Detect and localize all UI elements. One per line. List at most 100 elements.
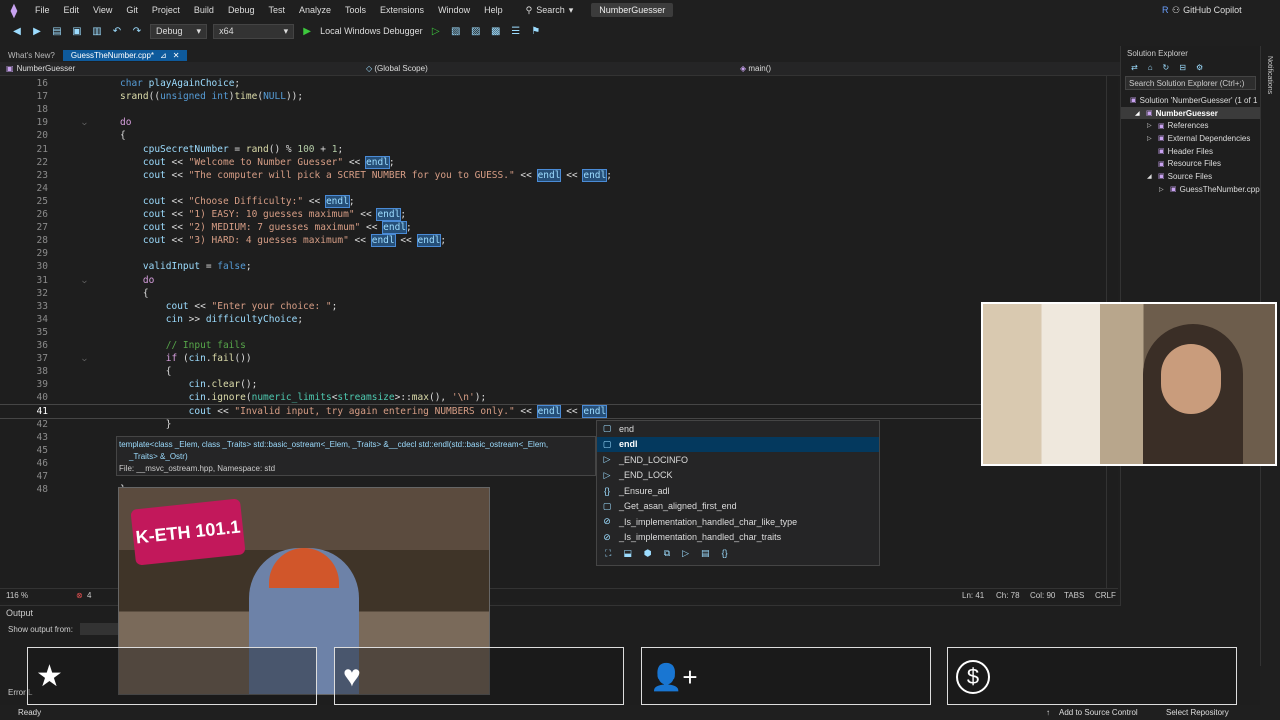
scope-dropdown[interactable]: ◇ (Global Scope) — [366, 64, 428, 73]
filter-icon[interactable]: ⬓ — [623, 548, 632, 559]
intellisense-item[interactable]: ▢ _Get_asan_aligned_first_end — [597, 499, 879, 515]
forward-icon[interactable]: ▶ — [30, 24, 44, 38]
menu-window[interactable]: Window — [431, 0, 477, 20]
menu-extensions[interactable]: Extensions — [373, 0, 431, 20]
expand-arrow-icon[interactable]: ▷ — [1159, 186, 1167, 193]
settings-icon[interactable]: ⚙ — [1196, 63, 1203, 72]
menu-debug[interactable]: Debug — [221, 0, 262, 20]
fold-toggle-icon[interactable]: ⌵ — [82, 274, 87, 287]
expand-arrow-icon[interactable]: ▷ — [1147, 135, 1155, 142]
menu-build[interactable]: Build — [187, 0, 221, 20]
search-button[interactable]: ⚲ Search ▾ — [520, 5, 580, 16]
menu-test[interactable]: Test — [261, 0, 292, 20]
filter-icon[interactable]: ▷ — [682, 548, 689, 559]
code-line[interactable]: 25 cout << "Choose Difficulty:" << endl; — [0, 194, 1100, 208]
start-without-debug-icon[interactable]: ▷ — [429, 24, 443, 38]
code-line[interactable]: 16 char playAgainChoice; — [0, 77, 1100, 90]
tab-whats-new[interactable]: What's New? — [0, 50, 63, 61]
menu-git[interactable]: Git — [119, 0, 145, 20]
copilot-button[interactable]: ⚇ GitHub Copilot — [1172, 0, 1242, 20]
intellisense-item[interactable]: ▢ endl — [597, 436, 879, 452]
subscribe-box[interactable]: 👤+ — [641, 647, 931, 705]
solution-tree-item[interactable]: ◢ ▣ NumberGuesser — [1121, 106, 1260, 120]
filter-icon[interactable]: {} — [722, 548, 728, 559]
solution-tree-item[interactable]: ▣ Resource Files — [1121, 157, 1260, 170]
add-source-control-button[interactable]: Add to Source Control — [1059, 708, 1138, 717]
open-icon[interactable]: ▣ — [70, 24, 84, 38]
solution-tree-item[interactable]: ▷ ▣ External Dependencies — [1121, 132, 1260, 145]
play-icon[interactable]: ▶ — [300, 24, 314, 38]
code-line[interactable]: 42 } — [0, 418, 1100, 431]
menu-help[interactable]: Help — [477, 0, 510, 20]
intellisense-item[interactable]: ⊘ _Is_implementation_handled_char_like_ty… — [597, 514, 879, 530]
platform-dropdown[interactable]: x64 ▾ — [213, 23, 295, 39]
new-item-icon[interactable]: ▤ — [50, 24, 64, 38]
intellisense-item[interactable]: {} _Ensure_adl — [597, 483, 879, 499]
error-icon[interactable]: ⊗ — [76, 591, 83, 600]
code-line[interactable]: 34 cin >> difficultyChoice; — [0, 313, 1100, 326]
solution-tree-item[interactable]: ▣ Solution 'NumberGuesser' (1 of 1 projec… — [1121, 94, 1280, 107]
solution-tree-item[interactable]: ▣ Header Files — [1121, 145, 1260, 158]
menu-analyze[interactable]: Analyze — [292, 0, 338, 20]
code-line[interactable]: 37 ⌵ if (cin.fail()) — [0, 352, 1100, 365]
menu-project[interactable]: Project — [145, 0, 187, 20]
code-line[interactable]: 38 { — [0, 365, 1100, 378]
code-line[interactable]: 21 cpuSecretNumber = rand() % 100 + 1; — [0, 143, 1100, 156]
output-source-dropdown[interactable] — [80, 623, 120, 635]
intellisense-item[interactable]: ▷ _END_LOCINFO — [597, 452, 879, 468]
toolbar-icon[interactable]: ▨ — [469, 24, 483, 38]
tab-active-file[interactable]: GuessTheNumber.cpp* ⊿ ✕ — [62, 50, 188, 61]
select-repository-button[interactable]: Select Repository — [1166, 708, 1229, 717]
zoom-level[interactable]: 116 % — [6, 591, 28, 600]
like-box[interactable]: ♥ — [334, 647, 624, 705]
intellisense-item[interactable]: ⊘ _Is_implementation_handled_char_traits — [597, 530, 879, 546]
code-line[interactable]: 27 cout << "2) MEDIUM: 7 guesses maximum… — [0, 221, 1100, 235]
code-line[interactable]: 41 cout << "Invalid input, try again ent… — [0, 403, 1101, 419]
follow-box[interactable]: ★ — [27, 647, 317, 705]
code-line[interactable]: 18 — [0, 103, 1100, 116]
solution-tree-item[interactable]: ◢ ▣ Source Files — [1121, 170, 1260, 183]
refresh-icon[interactable]: ↻ — [1163, 63, 1170, 72]
toolbar-icon[interactable]: ⚑ — [529, 24, 543, 38]
undo-icon[interactable]: ↶ — [110, 24, 124, 38]
expand-arrow-icon[interactable]: ◢ — [1135, 110, 1143, 117]
account-avatar[interactable]: R — [1162, 0, 1169, 20]
close-icon[interactable]: ✕ — [173, 51, 180, 60]
toolbar-icon[interactable]: ▩ — [489, 24, 503, 38]
menu-view[interactable]: View — [86, 0, 119, 20]
back-icon[interactable]: ◀ — [10, 24, 24, 38]
pin-icon[interactable]: ⊿ — [160, 51, 167, 60]
fold-toggle-icon[interactable]: ⌵ — [82, 116, 87, 129]
expand-arrow-icon[interactable]: ▷ — [1147, 122, 1155, 129]
tabs-setting[interactable]: TABS — [1064, 591, 1084, 600]
code-line[interactable]: 20 { — [0, 129, 1100, 142]
donate-box[interactable]: $ — [947, 647, 1237, 705]
filter-icon[interactable]: ▤ — [701, 548, 710, 559]
solution-tree-item[interactable]: ▷ ▣ GuessTheNumber.cpp — [1121, 183, 1260, 196]
line-ending[interactable]: CRLF — [1095, 591, 1116, 600]
notifications-tab[interactable]: Notifications — [1266, 56, 1273, 94]
code-line[interactable]: 39 cin.clear(); — [0, 378, 1100, 391]
code-line[interactable]: 35 — [0, 326, 1100, 339]
code-line[interactable]: 23 cout << "The computer will pick a SCR… — [0, 168, 1100, 182]
run-button[interactable]: Local Windows Debugger — [320, 26, 423, 36]
code-line[interactable]: 32 { — [0, 287, 1100, 300]
member-dropdown[interactable]: ◈ main() — [740, 64, 771, 73]
menu-tools[interactable]: Tools — [338, 0, 373, 20]
intellisense-item[interactable]: ▷ _END_LOCK — [597, 468, 879, 484]
solution-search-input[interactable]: Search Solution Explorer (Ctrl+;) — [1125, 76, 1256, 90]
code-line[interactable]: 31 ⌵ do — [0, 274, 1100, 287]
filter-icon[interactable]: ⬢ — [644, 548, 652, 559]
sync-icon[interactable]: ⇄ — [1131, 63, 1138, 72]
filter-icon[interactable]: ⛶ — [605, 548, 611, 559]
toolbar-icon[interactable]: ▧ — [449, 24, 463, 38]
solution-tree-item[interactable]: ▷ ▣ References — [1121, 119, 1260, 132]
code-line[interactable]: 40 cin.ignore(numeric_limits<streamsize>… — [0, 391, 1100, 404]
code-line[interactable]: 36 // Input fails — [0, 339, 1100, 352]
code-line[interactable]: 17 srand((unsigned int)time(NULL)); — [0, 90, 1100, 103]
filter-icon[interactable]: ⧉ — [664, 548, 670, 559]
code-line[interactable]: 28 cout << "3) HARD: 4 guesses maximum" … — [0, 234, 1100, 248]
error-count[interactable]: 4 — [87, 591, 91, 600]
toolbar-icon[interactable]: ☰ — [509, 24, 523, 38]
fold-toggle-icon[interactable]: ⌵ — [82, 352, 87, 365]
